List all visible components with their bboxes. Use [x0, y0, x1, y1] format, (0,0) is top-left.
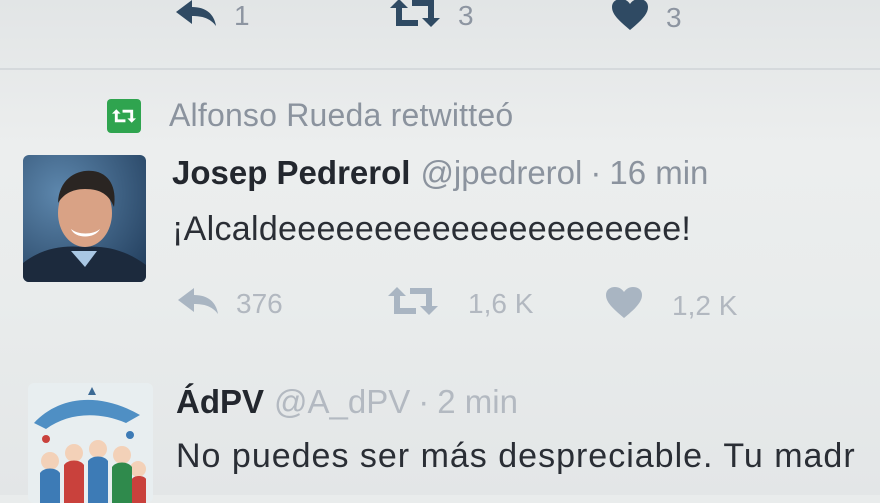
retweet-context-text: Alfonso Rueda retwitteó [169, 97, 514, 133]
avatar[interactable] [28, 383, 153, 503]
tweet-header: ÁdPV @A_dPV · 2 min [176, 383, 518, 421]
reply-icon [176, 286, 220, 321]
retweet-count: 3 [458, 0, 474, 31]
like-button[interactable]: 3 [610, 0, 682, 37]
tweet-text: ¡Alcaldeeeeeeeeeeeeeeeeeeeee! [172, 210, 692, 248]
tweet-header: Josep Pedrerol @jpedrerol · 16 min [172, 154, 708, 192]
retweet-badge-icon [107, 98, 141, 133]
reply-count: 376 [236, 287, 283, 319]
reply-count: 1 [234, 0, 250, 31]
retweet-context[interactable]: Alfonso Rueda retwitteó [107, 97, 513, 134]
retweet-button[interactable]: 3 [388, 0, 474, 33]
author-name[interactable]: Josep Pedrerol [172, 154, 410, 191]
tweet-divider [0, 68, 880, 70]
reply-button[interactable]: 1 [174, 0, 250, 33]
author-name[interactable]: ÁdPV [176, 383, 264, 420]
retweet-icon [388, 0, 442, 33]
retweet-count: 1,6 K [468, 287, 534, 319]
avatar[interactable] [23, 155, 146, 282]
previous-tweet-actions: 1 3 3 [0, 0, 880, 42]
reply-button[interactable]: 376 [176, 286, 283, 321]
like-count: 3 [666, 1, 682, 33]
retweet-button[interactable]: 1,6 K [386, 286, 533, 321]
heart-icon [604, 286, 644, 325]
tweet-actions: 376 1,6 K 1,2 K [0, 280, 880, 330]
tweet-text: No puedes ser más despreciable. Tu madr [176, 437, 856, 475]
timestamp[interactable]: 2 min [437, 383, 518, 420]
like-count: 1,2 K [672, 289, 738, 321]
separator-dot: · [590, 154, 602, 191]
like-button[interactable]: 1,2 K [604, 286, 737, 325]
retweet-icon [386, 286, 440, 321]
separator-dot: · [418, 383, 430, 420]
timestamp[interactable]: 16 min [609, 154, 708, 191]
twitter-timeline: 1 3 3 Alfonso Rueda retwitteó Josep Pedr… [0, 0, 880, 503]
author-handle[interactable]: @jpedrerol [420, 154, 582, 191]
reply-icon [174, 0, 218, 33]
author-handle[interactable]: @A_dPV [274, 383, 410, 420]
heart-icon [610, 0, 650, 37]
